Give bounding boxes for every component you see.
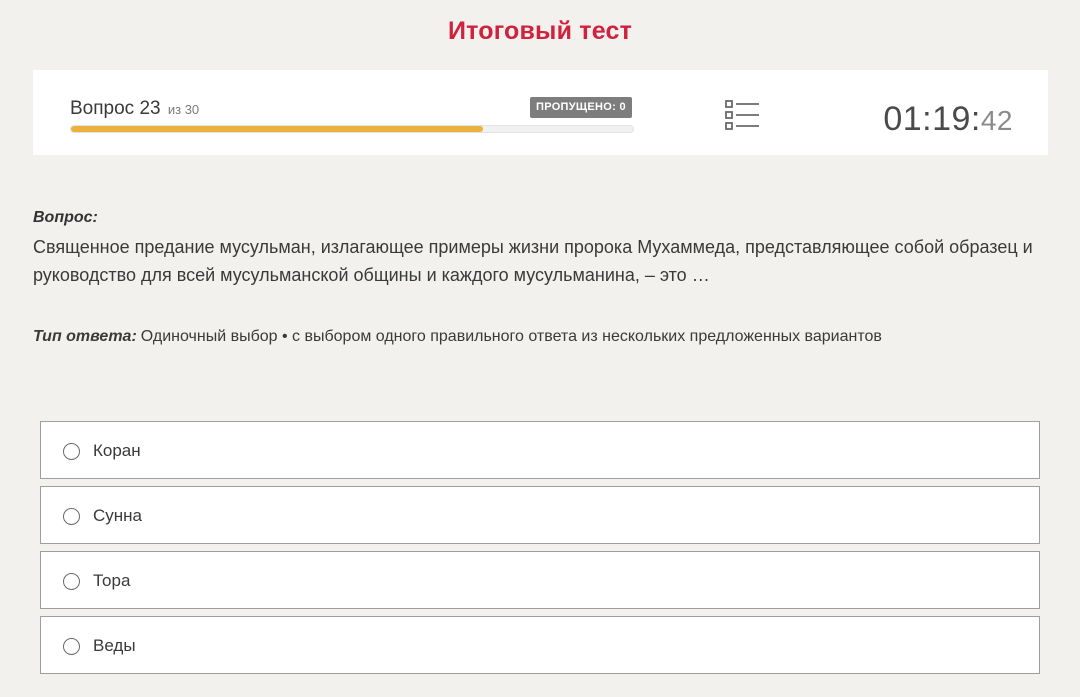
skipped-badge: ПРОПУЩЕНО: 0: [530, 97, 632, 118]
answer-option-label: Сунна: [93, 506, 143, 525]
answer-option-label: Коран: [93, 441, 141, 460]
timer-seconds: 42: [980, 105, 1013, 136]
question-label: Вопрос:: [33, 209, 98, 226]
test-page: Итоговый тест Вопрос 23 из 30 ПРОПУЩЕНО:…: [0, 0, 1080, 697]
answer-options: Коран Сунна Тора Веды: [40, 421, 1040, 681]
progress-fill: [71, 126, 483, 132]
question-number: Вопрос 23: [70, 98, 161, 119]
radio-button[interactable]: [63, 443, 80, 460]
list-icon: [725, 100, 759, 130]
answer-option[interactable]: Тора: [40, 551, 1040, 609]
question-counter: Вопрос 23 из 30: [70, 98, 199, 120]
page-title: Итоговый тест: [447, 17, 633, 45]
question-text: Священное предание мусульман, излагающее…: [33, 237, 1033, 285]
timer-main: 01:19:: [883, 100, 981, 138]
progress-bar: [70, 125, 634, 133]
answer-option[interactable]: Сунна: [40, 486, 1040, 544]
answer-option[interactable]: Коран: [40, 421, 1040, 479]
answer-option[interactable]: Веды: [40, 616, 1040, 674]
question-total: из 30: [167, 102, 200, 117]
status-bar: Вопрос 23 из 30 ПРОПУЩЕНО: 0 01:19:42: [33, 70, 1048, 155]
answer-type: Тип ответа: Одиночный выбор • с выбором о…: [33, 328, 882, 346]
answer-type-label: Тип ответа:: [33, 328, 137, 345]
answer-type-value: Одиночный выбор • с выбором одного прави…: [140, 328, 882, 345]
answer-option-label: Веды: [93, 636, 136, 655]
answer-option-label: Тора: [93, 571, 131, 590]
question-list-button[interactable]: [725, 99, 761, 131]
timer: 01:19:42: [883, 100, 1013, 139]
radio-button[interactable]: [63, 638, 80, 655]
radio-button[interactable]: [63, 573, 80, 590]
radio-button[interactable]: [63, 508, 80, 525]
